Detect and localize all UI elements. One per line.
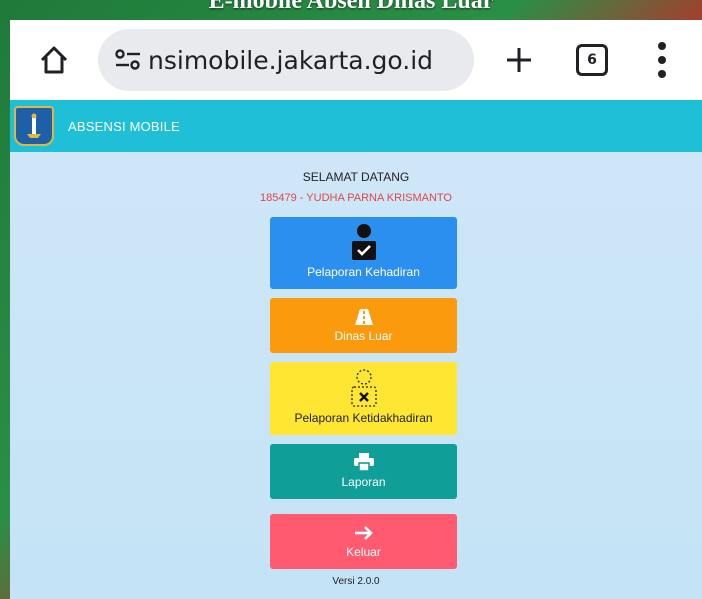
person-check-icon: [347, 223, 381, 261]
image-caption: E-mobile Absen Dinas Luar: [208, 0, 494, 14]
url-text: nsimobile.jakarta.go.id: [148, 45, 434, 75]
pelaporan-kehadiran-button[interactable]: Pelaporan Kehadiran: [270, 217, 457, 289]
dinas-luar-label: Dinas Luar: [334, 329, 393, 343]
road-icon: [354, 309, 374, 325]
dki-logo: [14, 106, 54, 146]
app-screen: ABSENSI MOBILE SELAMAT DATANG 185479 - Y…: [10, 100, 702, 599]
pelaporan-ketidakhadiran-button[interactable]: Pelaporan Ketidakhadiran: [270, 362, 457, 435]
new-tab-button[interactable]: [492, 33, 546, 87]
site-settings-icon[interactable]: [108, 49, 148, 71]
person-absent-icon: [347, 369, 381, 407]
menu-dot: [658, 56, 666, 64]
welcome-text: SELAMAT DATANG: [302, 170, 410, 184]
version-text: Versi 2.0.0: [332, 576, 380, 587]
laporan-button[interactable]: Laporan: [270, 444, 457, 499]
menu-dot: [658, 42, 666, 50]
dinas-luar-button[interactable]: Dinas Luar: [270, 298, 457, 353]
pelaporan-ketidakhadiran-label: Pelaporan Ketidakhadiran: [294, 411, 433, 425]
address-bar[interactable]: nsimobile.jakarta.go.id: [98, 29, 474, 91]
laporan-label: Laporan: [341, 475, 386, 489]
user-identity: 185479 - YUDHA PARNA KRISMANTO: [260, 192, 452, 204]
keluar-button[interactable]: Keluar: [270, 514, 457, 569]
tab-switcher-button[interactable]: 6: [576, 44, 608, 76]
home-icon: [40, 46, 68, 74]
home-button[interactable]: [24, 30, 84, 90]
app-header: ABSENSI MOBILE: [10, 100, 702, 152]
pelaporan-kehadiran-label: Pelaporan Kehadiran: [307, 265, 420, 279]
printer-icon: [353, 453, 374, 471]
browser-toolbar: nsimobile.jakarta.go.id 6: [10, 20, 702, 100]
menu-dot: [658, 70, 666, 78]
app-title: ABSENSI MOBILE: [68, 118, 180, 134]
arrow-right-icon: [354, 525, 374, 541]
browser-menu-button[interactable]: [652, 35, 672, 85]
keluar-label: Keluar: [346, 545, 381, 559]
plus-icon: [507, 48, 531, 72]
